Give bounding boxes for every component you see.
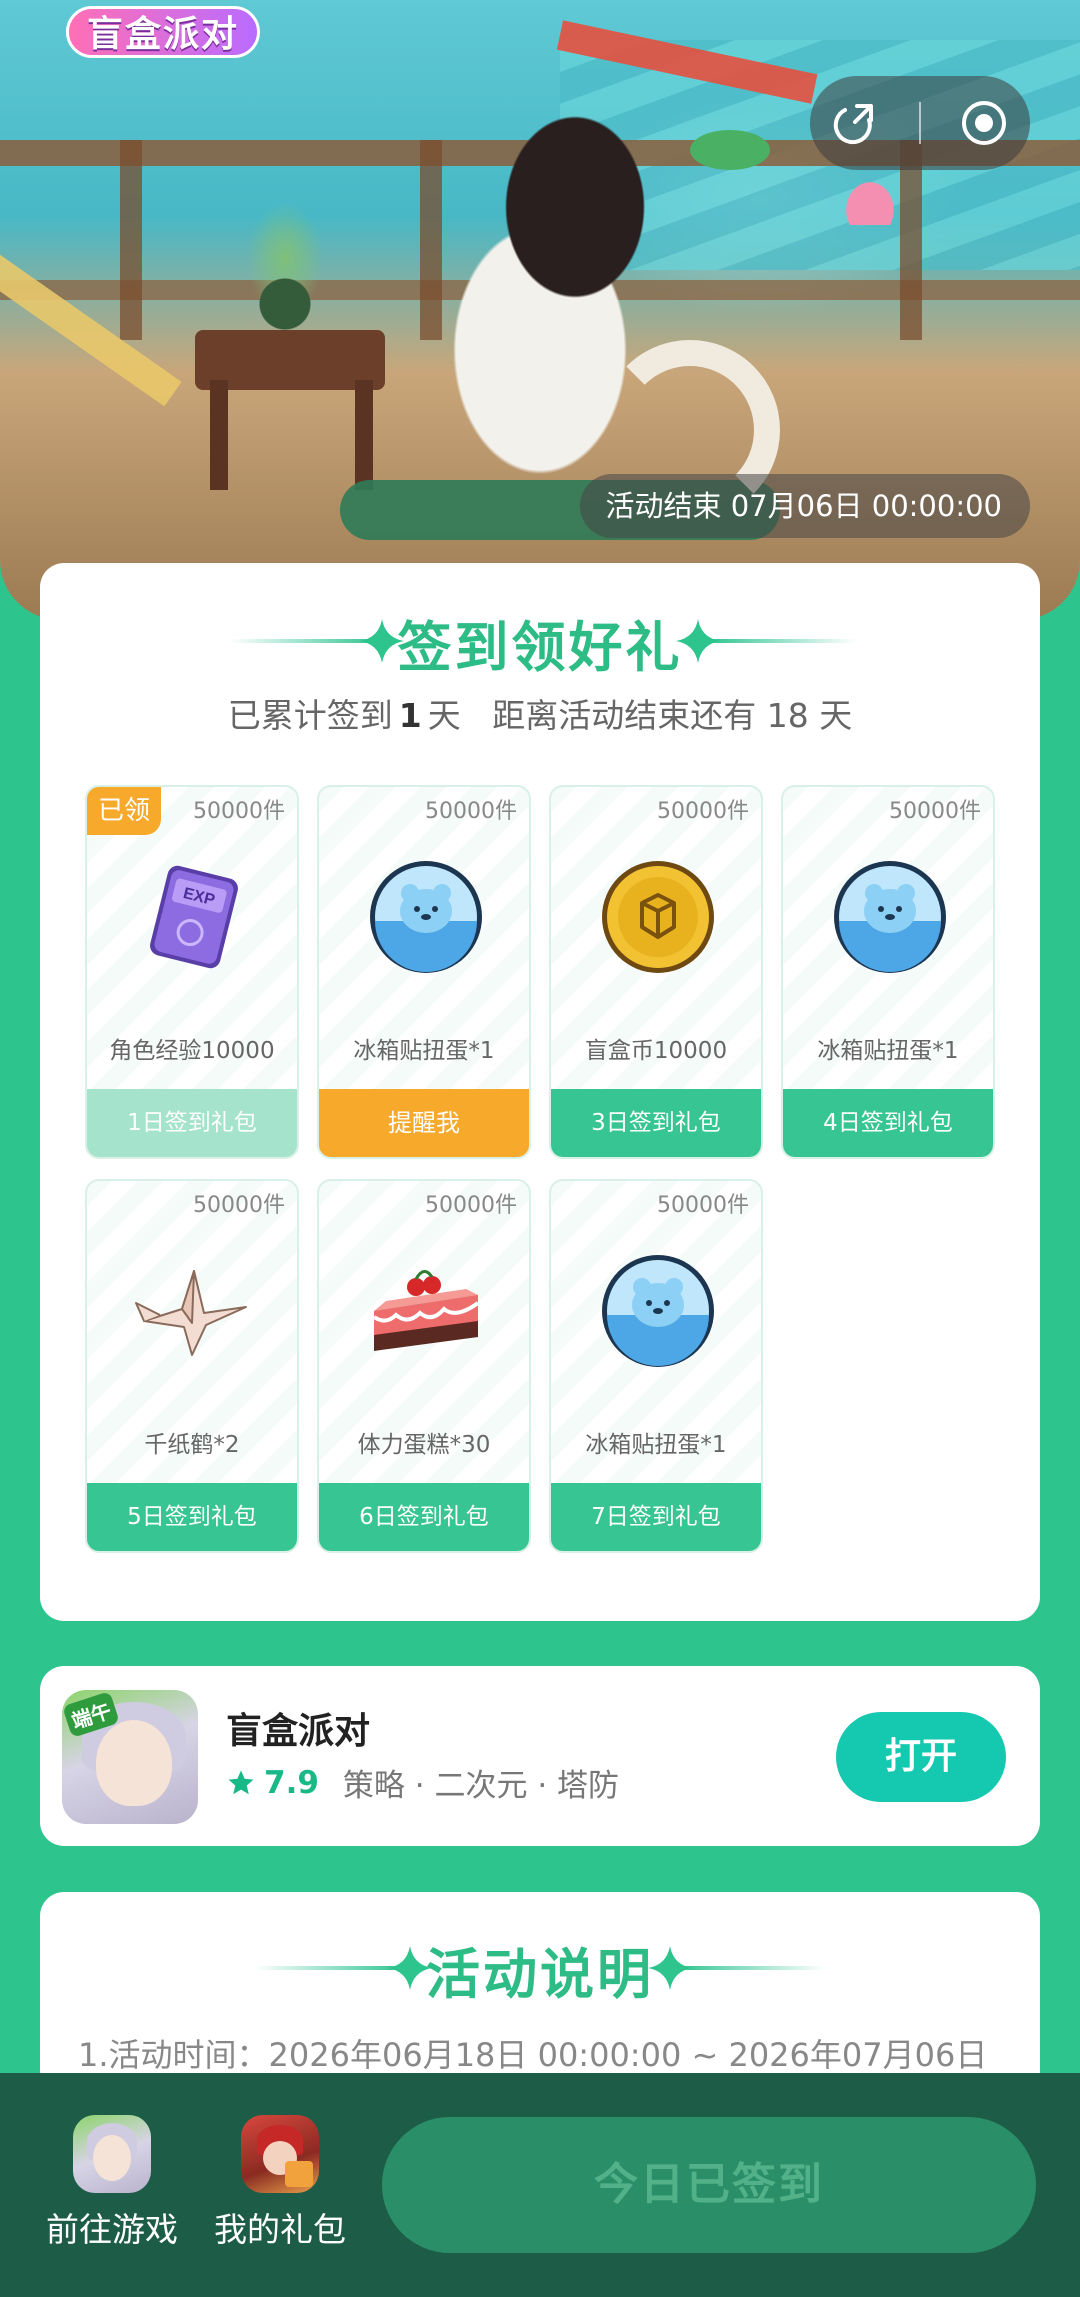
gift-claim-button[interactable]: 1日签到礼包 xyxy=(87,1089,297,1157)
progress-days: 1 xyxy=(398,696,422,735)
gift-quantity: 50000件 xyxy=(657,799,749,824)
remaining-days: 距离活动结束还有 18 天 xyxy=(492,696,853,735)
activity-end-time: 活动结束 07月06日 00:00:00 xyxy=(579,474,1030,538)
app-card[interactable]: 端午 盲盒派对 7.9 策略 · 二次元 · 塔防 打开 xyxy=(40,1666,1040,1846)
progress-suffix: 天 xyxy=(427,696,461,735)
banner-post xyxy=(900,140,922,340)
exp-card-icon: EXP xyxy=(134,857,254,977)
go-to-game-label: 前往游戏 xyxy=(46,2210,178,2249)
gift-day-3[interactable]: 50000件 盲盒币10000 3日签到礼包 xyxy=(549,785,763,1159)
gift-name: 体力蛋糕*30 xyxy=(357,1432,491,1458)
banner-post xyxy=(120,140,142,340)
banner-ribbon xyxy=(0,232,182,407)
gift-day-1[interactable]: 已领 50000件 EXP 角色经验10000 1日签到礼包 xyxy=(85,785,299,1159)
gift-quantity: 50000件 xyxy=(425,1193,517,1218)
signin-title: 签到领好礼 xyxy=(397,616,683,679)
go-to-game-button[interactable]: 前往游戏 xyxy=(22,2115,202,2251)
progress-prefix: 已累计签到 xyxy=(227,696,393,735)
banner-lily-pad xyxy=(690,130,770,170)
app-tags: 策略 · 二次元 · 塔防 xyxy=(342,1768,620,1804)
bear-capsule-icon xyxy=(598,1251,718,1371)
signin-progress: 已累计签到 1 天 距离活动结束还有 18 天 xyxy=(40,689,1040,737)
banner-plant xyxy=(230,200,340,330)
app-rating: 7.9 xyxy=(264,1764,319,1801)
gift-quantity: 50000件 xyxy=(193,1193,285,1218)
bottom-action-bar: 前往游戏 我的礼包 今日已签到 xyxy=(0,2073,1080,2297)
gift-claim-button[interactable]: 7日签到礼包 xyxy=(551,1483,761,1551)
gift-name: 冰箱贴扭蛋*1 xyxy=(817,1038,959,1064)
close-target-icon[interactable] xyxy=(954,93,1014,153)
bear-capsule-icon xyxy=(366,857,486,977)
banner-table-leg xyxy=(355,380,373,490)
gift-quantity: 50000件 xyxy=(425,799,517,824)
app-icon-face xyxy=(96,1720,172,1806)
cake-icon xyxy=(366,1251,486,1371)
paper-crane-icon xyxy=(134,1251,254,1371)
my-gifts-button[interactable]: 我的礼包 xyxy=(190,2115,370,2251)
star-icon xyxy=(228,1770,254,1794)
app-meta: 7.9 策略 · 二次元 · 塔防 xyxy=(226,1760,619,1805)
title-decoration-line xyxy=(706,639,856,643)
gift-day-5[interactable]: 50000件 千纸鹤*2 5日签到礼包 xyxy=(85,1179,299,1553)
gift-day-2[interactable]: 50000件 冰箱贴扭蛋*1 提醒我 xyxy=(317,785,531,1159)
share-icon[interactable] xyxy=(826,93,886,153)
bear-capsule-icon xyxy=(830,857,950,977)
signin-card: 签到领好礼 已累计签到 1 天 距离活动结束还有 18 天 已领 50000件 EX… xyxy=(40,563,1040,1621)
gift-name: 角色经验10000 xyxy=(109,1038,275,1064)
mini-program-capsule xyxy=(810,76,1030,170)
gift-claim-button[interactable]: 4日签到礼包 xyxy=(783,1089,993,1157)
banner-lotus xyxy=(840,175,900,225)
banner-table-leg xyxy=(210,380,228,490)
gift-name: 千纸鹤*2 xyxy=(144,1432,240,1458)
gift-quantity: 50000件 xyxy=(889,799,981,824)
open-app-button[interactable]: 打开 xyxy=(836,1712,1006,1802)
gift-quantity: 50000件 xyxy=(657,1193,749,1218)
gift-claim-button[interactable]: 6日签到礼包 xyxy=(319,1483,529,1551)
gift-day-6[interactable]: 50000件 体力蛋糕*30 6日签到礼包 xyxy=(317,1179,531,1553)
remind-me-button[interactable]: 提醒我 xyxy=(319,1089,529,1157)
gift-day-7[interactable]: 50000件 冰箱贴扭蛋*1 7日签到礼包 xyxy=(549,1179,763,1553)
hero-banner: 盲盒派对 活动结束 07月06日 00:00:00 xyxy=(0,0,1080,620)
game-logo: 盲盒派对 xyxy=(66,6,261,58)
signed-today-button[interactable]: 今日已签到 xyxy=(382,2117,1036,2253)
my-gifts-label: 我的礼包 xyxy=(214,2210,346,2249)
gift-name: 盲盒币10000 xyxy=(584,1038,728,1064)
gift-day-4[interactable]: 50000件 冰箱贴扭蛋*1 4日签到礼包 xyxy=(781,785,995,1159)
capsule-divider xyxy=(918,102,921,144)
gift-name: 冰箱贴扭蛋*1 xyxy=(353,1038,495,1064)
gift-quantity: 50000件 xyxy=(193,799,285,824)
gift-avatar-icon xyxy=(241,2115,319,2193)
gift-claim-button[interactable]: 3日签到礼包 xyxy=(551,1089,761,1157)
rules-title: 活动说明 xyxy=(426,1943,654,2006)
banner-character-hair xyxy=(470,90,680,350)
claimed-badge: 已领 xyxy=(87,787,161,835)
gift-name: 冰箱贴扭蛋*1 xyxy=(585,1432,727,1458)
gift-claim-button[interactable]: 5日签到礼包 xyxy=(87,1483,297,1551)
title-decoration-line xyxy=(676,1966,826,1970)
rule-text: 1.活动时间：2026年06月18日 00:00:00 ~ 2026年07月06… xyxy=(78,2036,988,2074)
gold-coin-icon xyxy=(598,857,718,977)
app-icon: 端午 xyxy=(62,1690,198,1824)
app-name: 盲盒派对 xyxy=(226,1711,371,1752)
game-avatar-icon xyxy=(73,2115,151,2193)
